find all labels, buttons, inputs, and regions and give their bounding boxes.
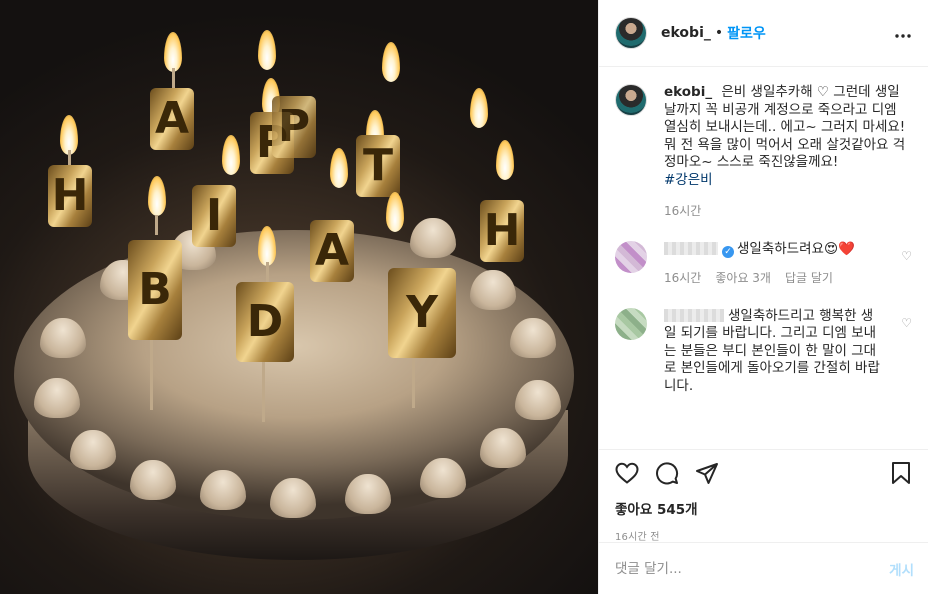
posted-time[interactable]: 16시간 전	[615, 528, 912, 543]
share-icon[interactable]	[695, 461, 719, 489]
bookmark-icon[interactable]	[890, 461, 912, 489]
comment-text: 생일축하드려요😍❤️	[737, 240, 855, 257]
comment-likes[interactable]: 좋아요 3개	[715, 270, 771, 288]
caption-time[interactable]: 16시간	[664, 203, 908, 221]
post-comment-button[interactable]: 게시	[889, 559, 914, 579]
add-comment-bar: 게시	[599, 542, 928, 594]
candle-flame	[164, 32, 182, 72]
hashtag-link[interactable]: #강은비	[664, 172, 713, 188]
candle-letter: P	[272, 96, 316, 158]
separator-dot: •	[714, 25, 724, 41]
candle-stick	[412, 358, 415, 408]
candle-flame	[258, 30, 276, 70]
cream-dollop	[410, 218, 456, 258]
caption: ekobi_ 은비 생일추카해 ♡ 그런데 생일날까지 꼭 비공개 계정으로 죽…	[615, 84, 912, 221]
post-actions: 좋아요 545개 16시간 전	[599, 449, 928, 543]
blurred-username[interactable]	[664, 308, 724, 322]
candle-flame	[60, 115, 78, 155]
blurred-username[interactable]	[664, 241, 718, 255]
candle-stick	[150, 340, 153, 410]
candle-letter: I	[192, 185, 236, 247]
candle-letter: Y	[388, 268, 456, 358]
candle-letter: H	[480, 200, 524, 262]
caption-username[interactable]: ekobi_	[664, 84, 712, 100]
post-photo[interactable]: H A P P T H I A B D Y	[0, 0, 598, 594]
avatar[interactable]	[615, 307, 647, 340]
verified-badge-icon: ✓	[722, 245, 734, 258]
caption-body: ekobi_ 은비 생일추카해 ♡ 그런데 생일날까지 꼭 비공개 계정으로 죽…	[664, 84, 908, 221]
reply-button[interactable]: 답글 달기	[785, 270, 833, 288]
candle-flame	[496, 140, 514, 180]
comment-body: ✓ 생일축하드려요😍❤️ 16시간 좋아요 3개 답글 달기	[664, 241, 884, 288]
comment-meta: 16시간 좋아요 3개 답글 달기	[664, 270, 884, 288]
avatar[interactable]	[615, 240, 647, 273]
candle-letter: H	[48, 165, 92, 227]
candle-letter: T	[356, 135, 400, 197]
likes-count[interactable]: 좋아요 545개	[615, 498, 912, 518]
comment-like-icon[interactable]: ♡	[901, 316, 912, 330]
follow-button[interactable]: 팔로우	[727, 23, 766, 43]
comment-item: ✓ 생일축하드려요😍❤️ 16시간 좋아요 3개 답글 달기 ♡	[615, 240, 912, 288]
heart-icon[interactable]	[615, 462, 639, 488]
comment-input[interactable]	[615, 560, 890, 577]
comment-icon[interactable]	[655, 461, 679, 489]
avatar[interactable]	[615, 17, 647, 49]
comment-item: 생일축하드리고 행복한 생일 되기를 바랍니다. 그리고 디엠 보내는 분들은 …	[615, 307, 912, 396]
action-icons	[615, 462, 912, 488]
comment-like-icon[interactable]: ♡	[901, 249, 912, 263]
candle-flame	[148, 176, 166, 216]
candle-letter: A	[150, 88, 194, 150]
more-icon[interactable]	[894, 23, 912, 44]
avatar[interactable]	[615, 84, 647, 116]
candle-letter: A	[310, 220, 354, 282]
post-side-panel: ekobi_ • 팔로우 ekobi_ 은비 생일추카해 ♡ 그런데 생일날까지…	[598, 0, 928, 594]
candle-flame	[222, 135, 240, 175]
cream-dollop	[470, 270, 516, 310]
candle-stick	[262, 362, 265, 422]
candle-flame	[470, 88, 488, 128]
candle-letter: B	[128, 240, 182, 340]
comment-body: 생일축하드리고 행복한 생일 되기를 바랍니다. 그리고 디엠 보내는 분들은 …	[664, 308, 884, 396]
comments-list[interactable]: ekobi_ 은비 생일추카해 ♡ 그런데 생일날까지 꼭 비공개 계정으로 죽…	[599, 68, 928, 449]
candle-flame	[382, 42, 400, 82]
candle-stick	[266, 262, 269, 284]
username-link[interactable]: ekobi_	[661, 25, 711, 41]
candle-flame	[386, 192, 404, 232]
post-header: ekobi_ • 팔로우	[599, 0, 928, 67]
candle-letter: D	[236, 282, 294, 362]
post-viewer: H A P P T H I A B D Y ekobi	[0, 0, 928, 594]
candle-stick	[155, 215, 158, 235]
candle-flame	[330, 148, 348, 188]
comment-time[interactable]: 16시간	[664, 270, 701, 288]
candle-stick	[172, 68, 175, 90]
